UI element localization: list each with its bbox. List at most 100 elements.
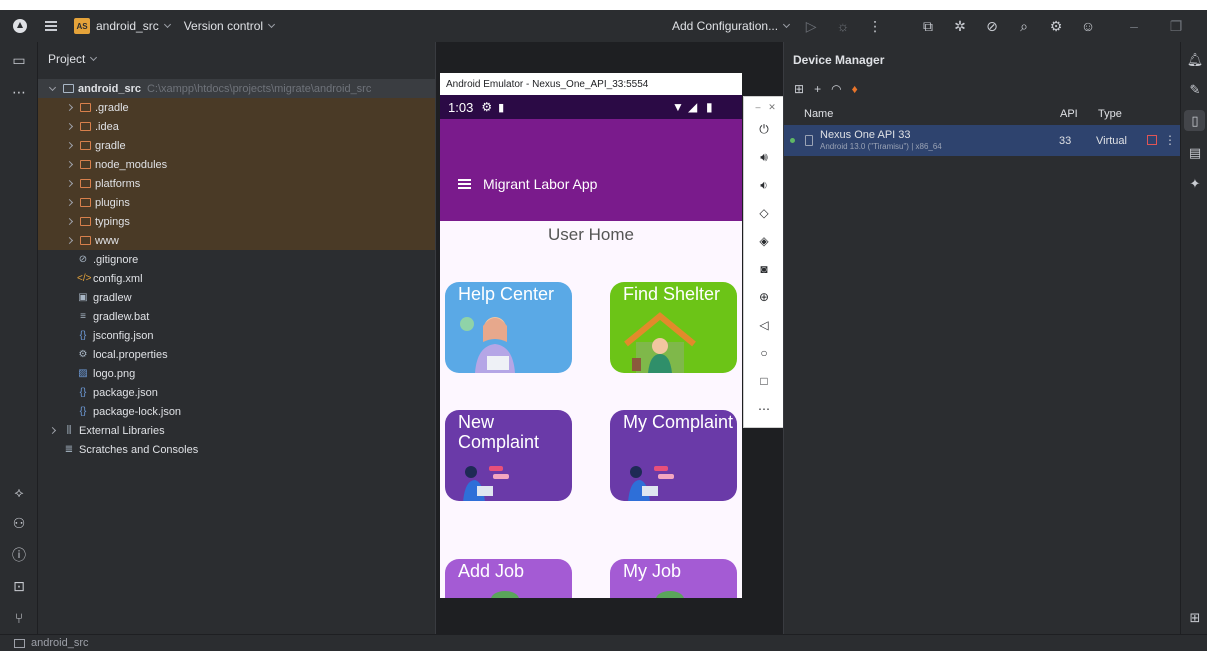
debug-icon[interactable]: ☼	[835, 18, 851, 34]
status-project-name[interactable]: android_src	[31, 637, 88, 649]
gemini-icon[interactable]: ⟡	[11, 484, 27, 500]
folder-icon	[80, 103, 91, 112]
device-row[interactable]: Nexus One API 33 Android 13.0 ("Tiramisu…	[784, 125, 1181, 156]
close-emulator-icon[interactable]: ✕	[764, 99, 780, 115]
tile-label: Help Center	[458, 284, 555, 304]
device-api: 33	[1059, 135, 1072, 147]
notifications-icon[interactable]: 🔔︎	[1187, 52, 1204, 68]
layout-toggle-icon[interactable]: ⊞	[1187, 610, 1203, 626]
volume-up-icon[interactable]: 🔊︎	[756, 149, 772, 165]
running-devices-icon[interactable]: ▤	[1187, 145, 1203, 161]
project-selector[interactable]: android_src	[96, 19, 171, 33]
tree-file[interactable]: ▨ logo.png	[38, 364, 435, 383]
tree-folder[interactable]: plugins	[38, 193, 435, 212]
tile-label: New Complaint	[458, 412, 540, 452]
tree-scratches[interactable]: ≣ Scratches and Consoles	[38, 440, 435, 459]
device-groups-icon[interactable]: ⊞	[794, 82, 804, 96]
zoom-icon[interactable]: ⊕	[756, 289, 772, 305]
vcs-selector[interactable]: Version control	[184, 19, 276, 33]
more-tools-icon[interactable]: ⋯	[11, 84, 27, 100]
home-icon[interactable]: ○	[756, 345, 772, 361]
tree-file[interactable]: {} jsconfig.json	[38, 326, 435, 345]
rotate-right-icon[interactable]: ◈	[756, 233, 772, 249]
tree-folder[interactable]: node_modules	[38, 155, 435, 174]
tree-file[interactable]: ⊘ .gitignore	[38, 250, 435, 269]
tree-folder[interactable]: typings	[38, 212, 435, 231]
emulator-screen[interactable]: 1:03 ⚙ ▮ ▼ ◢ ▮ Migrant Labor App User Ho…	[440, 95, 742, 598]
emulator-toolbar: – ✕ ⏻ 🔊︎ 🔉︎ ◇ ◈ ◙ ⊕ ◁ ○ □ ⋯	[743, 96, 784, 428]
volume-down-icon[interactable]: 🔉︎	[756, 177, 772, 193]
overview-icon[interactable]: □	[756, 373, 772, 389]
device-mirroring-icon[interactable]: ⧉	[920, 18, 936, 34]
minimize-icon[interactable]: –	[1126, 18, 1142, 34]
app-inspection-icon[interactable]: ⊘	[984, 18, 1000, 34]
ide-actions: ⧉ ✲ ⊘ ⌕ ⚙ ☺ – ❐ ✕	[920, 10, 1207, 42]
terminal-icon[interactable]: ⊡	[11, 578, 27, 594]
expand-arrow-icon[interactable]	[65, 103, 74, 112]
tree-folder[interactable]: .idea	[38, 117, 435, 136]
expand-arrow-icon[interactable]	[48, 83, 57, 91]
pair-wifi-icon[interactable]: ◠	[831, 82, 841, 96]
emulator-title-bar[interactable]: Android Emulator - Nexus_One_API_33:5554	[440, 73, 742, 95]
problems-icon[interactable]: ⓘ	[11, 547, 27, 563]
run-configuration-selector[interactable]: Add Configuration...	[672, 19, 791, 33]
tree-file[interactable]: </> config.xml	[38, 269, 435, 288]
tile-help-center[interactable]: Help Center	[445, 282, 572, 373]
tile-find-shelter[interactable]: Find Shelter	[610, 282, 737, 373]
expand-arrow-icon[interactable]	[65, 179, 74, 188]
tree-folder[interactable]: .gradle	[38, 98, 435, 117]
firebase-icon[interactable]: ♦	[852, 82, 858, 96]
project-panel-header[interactable]: Project	[38, 42, 435, 76]
battery-icon: ▮	[706, 100, 713, 114]
device-menu-icon[interactable]: ⋮	[1164, 133, 1176, 147]
tree-file[interactable]: ≡ gradlew.bat	[38, 307, 435, 326]
more-actions-icon[interactable]: ⋮	[867, 18, 883, 34]
tree-file[interactable]: {} package-lock.json	[38, 402, 435, 421]
project-badge[interactable]: AS	[74, 18, 90, 34]
back-icon[interactable]: ◁	[756, 317, 772, 333]
drawer-menu-icon[interactable]	[458, 179, 471, 189]
col-name[interactable]: Name	[804, 108, 833, 120]
expand-arrow-icon[interactable]	[65, 198, 74, 207]
extended-controls-icon[interactable]: ⋯	[756, 401, 772, 417]
settings-icon[interactable]: ⚙	[1048, 18, 1064, 34]
ai-assistant-icon[interactable]: ✦	[1187, 176, 1203, 192]
version-control-icon[interactable]: ⑂	[11, 610, 27, 626]
build-variants-icon[interactable]: ⚇	[11, 515, 27, 531]
account-icon[interactable]: ☺	[1080, 18, 1096, 34]
device-manager-icon[interactable]: ▯	[1187, 113, 1203, 129]
tile-add-job[interactable]: Add Job	[445, 559, 572, 598]
col-api[interactable]: API	[1060, 108, 1078, 120]
power-icon[interactable]: ⏻	[756, 121, 772, 137]
tile-my-job[interactable]: My Job	[610, 559, 737, 598]
search-icon[interactable]: ⌕	[1016, 18, 1032, 34]
screenshot-icon[interactable]: ◙	[756, 261, 772, 277]
project-tool-icon[interactable]: ▭	[11, 52, 27, 68]
tree-folder[interactable]: www	[38, 231, 435, 250]
expand-arrow-icon[interactable]	[65, 217, 74, 226]
expand-arrow-icon[interactable]	[65, 160, 74, 169]
restore-icon[interactable]: ❐	[1168, 18, 1184, 34]
tree-file[interactable]: ▣ gradlew	[38, 288, 435, 307]
tree-file[interactable]: {} package.json	[38, 383, 435, 402]
expand-arrow-icon[interactable]	[65, 122, 74, 131]
tree-file[interactable]: ⚙ local.properties	[38, 345, 435, 364]
expand-arrow-icon[interactable]	[65, 141, 74, 150]
bug-icon[interactable]: ✲	[952, 18, 968, 34]
run-icon[interactable]: ▷	[803, 18, 819, 34]
gemini-chat-icon[interactable]: ✎	[1187, 82, 1203, 98]
tile-new-complaint[interactable]: New Complaint	[445, 410, 572, 501]
expand-arrow-icon[interactable]	[65, 236, 74, 245]
tree-root[interactable]: android_src C:\xampp\htdocs\projects\mig…	[38, 79, 435, 98]
tree-folder[interactable]: platforms	[38, 174, 435, 193]
expand-arrow-icon[interactable]	[48, 426, 57, 435]
col-type[interactable]: Type	[1098, 108, 1122, 120]
android-studio-logo-icon[interactable]	[13, 19, 27, 33]
tree-external-libraries[interactable]: ⫼ External Libraries	[38, 421, 435, 440]
tree-folder[interactable]: gradle	[38, 136, 435, 155]
tile-my-complaint[interactable]: My Complaint	[610, 410, 737, 501]
stop-device-icon[interactable]	[1147, 135, 1157, 145]
main-menu-icon[interactable]	[45, 21, 57, 31]
rotate-left-icon[interactable]: ◇	[756, 205, 772, 221]
add-device-icon[interactable]: +	[814, 82, 821, 96]
